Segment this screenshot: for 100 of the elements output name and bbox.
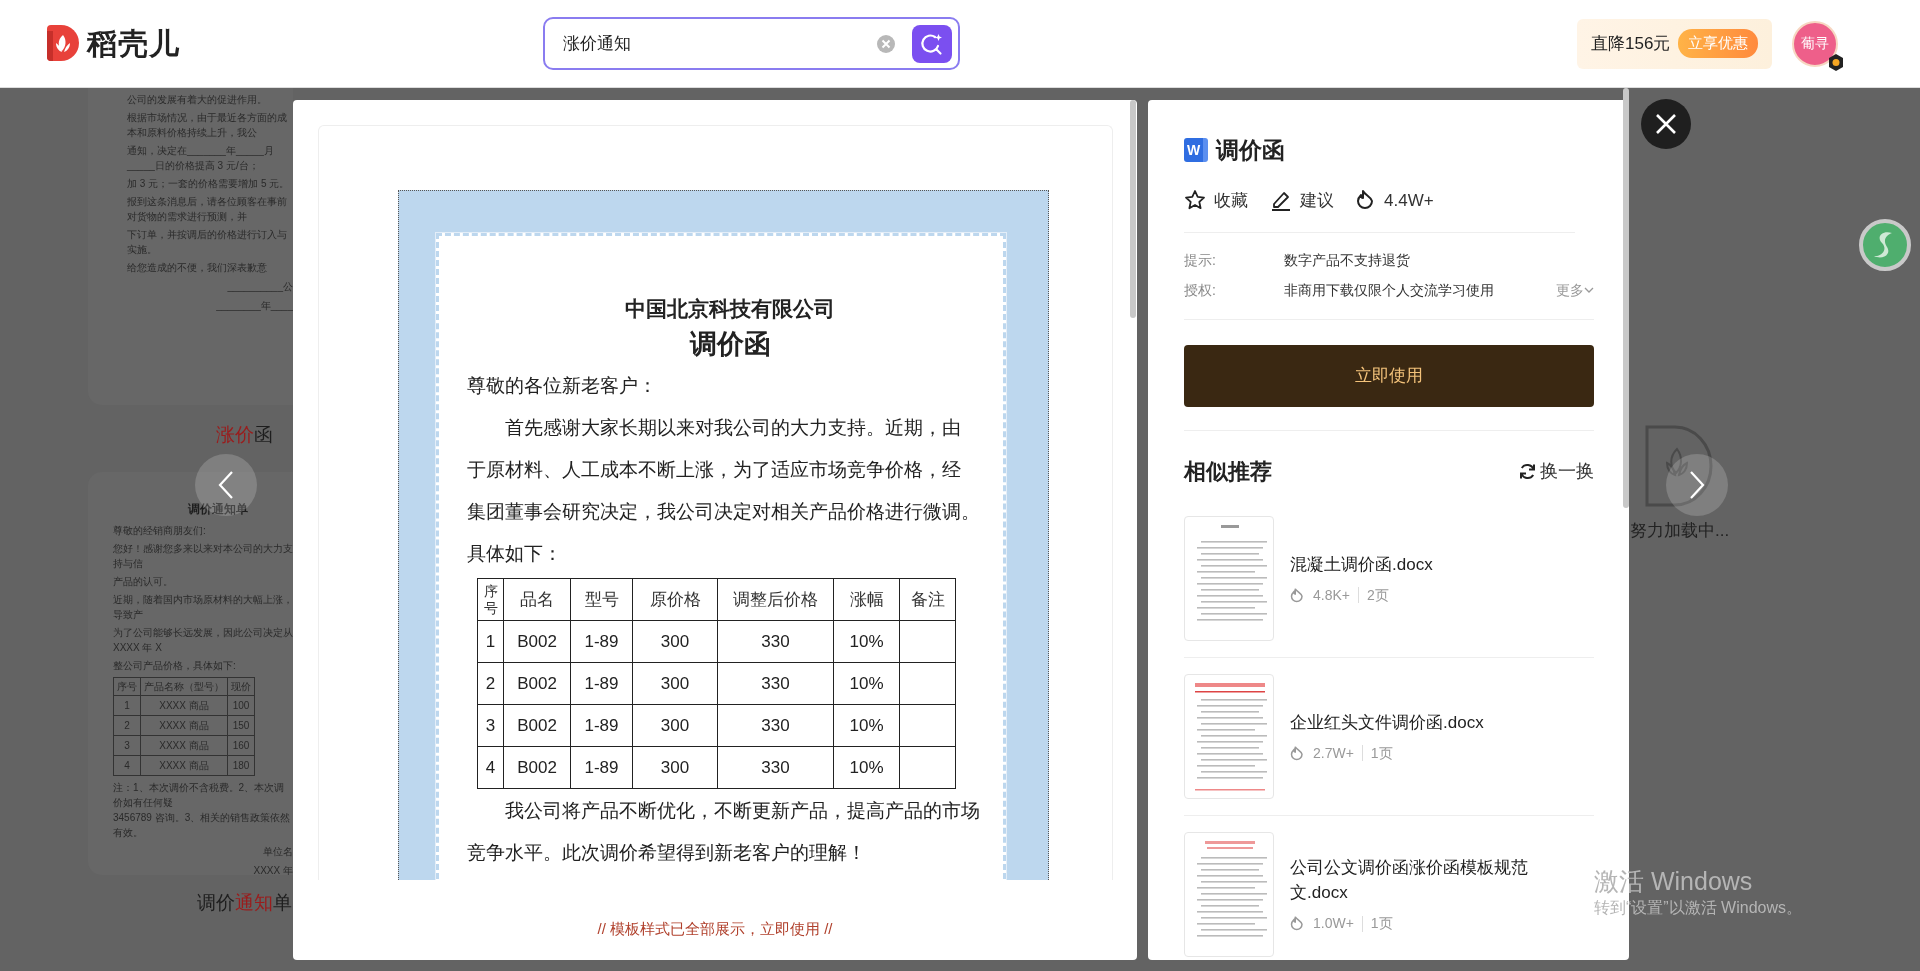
table-cell: 1 xyxy=(477,620,504,663)
info-label: 授权: xyxy=(1184,280,1217,300)
logo-icon xyxy=(45,24,79,63)
close-button[interactable] xyxy=(1641,99,1691,149)
info-value: 非商用下载仅限个人交流学习使用 xyxy=(1284,280,1495,300)
document-card[interactable] xyxy=(88,471,293,875)
star-icon xyxy=(1184,189,1206,212)
document-thumbnail[interactable] xyxy=(1184,674,1274,799)
table-header: 品名 xyxy=(503,578,571,621)
use-button[interactable]: 立即使用 xyxy=(1184,345,1594,407)
table-cell: 150 xyxy=(227,715,255,735)
flame-icon xyxy=(1290,915,1305,932)
flame-icon xyxy=(1290,586,1305,604)
table-cell: 10% xyxy=(833,662,900,705)
document-text-line: 竞争水平。此次调价希望得到新老客户的理解！ xyxy=(467,840,867,865)
table-cell: 300 xyxy=(632,704,718,747)
view-count: 1.0W+ xyxy=(1313,914,1354,933)
table-header: 涨幅 xyxy=(833,578,900,621)
table-header: 调整后价格 xyxy=(717,578,834,621)
document-text-line: 于原材料、人工成本不断上涨，为了适应市场竞争价格，经 xyxy=(467,457,962,482)
card-document-title: 调价通知单 xyxy=(187,501,249,517)
table-cell: 330 xyxy=(717,662,834,705)
info-label: 提示: xyxy=(1184,250,1217,270)
document-logo-icon xyxy=(1645,425,1713,507)
document-text-line: 首先感谢大家长期以来对我公司的大力支持。近期，由 xyxy=(504,415,962,440)
table-cell: 10% xyxy=(833,704,900,747)
flame-icon xyxy=(1356,189,1376,212)
table-cell: 3 xyxy=(113,735,141,755)
table-cell: 1 xyxy=(113,695,141,715)
result-title[interactable]: 混凝土调价函.docx xyxy=(1290,551,1433,577)
table-cell: 300 xyxy=(632,620,718,663)
table-cell: 330 xyxy=(717,620,834,663)
table-cell: 3 xyxy=(477,704,504,747)
table-cell: 1-89 xyxy=(570,662,633,705)
table-header: 型号 xyxy=(570,578,633,621)
table-cell: 330 xyxy=(717,704,834,747)
flame-icon xyxy=(1290,744,1305,762)
pen-icon xyxy=(1270,189,1292,212)
table-cell: 1-89 xyxy=(570,704,633,747)
promo-banner[interactable]: 直降156元 立享优惠 xyxy=(1577,18,1773,69)
chevron-left-icon xyxy=(218,470,234,500)
logo-text[interactable]: 稻壳儿 xyxy=(87,21,180,66)
document-heading: 中国北京科技有限公司 xyxy=(624,295,836,323)
preview-end-note[interactable]: // 模板样式已全部展示，立即使用 // xyxy=(597,920,833,937)
activation-notice-text: 转到“设置”以激活 Windows。 xyxy=(1594,898,1802,918)
action-link[interactable]: 建议 xyxy=(1300,187,1334,213)
action-link[interactable]: 收藏 xyxy=(1214,187,1248,213)
table-cell: 300 xyxy=(632,662,718,705)
scrollbar[interactable] xyxy=(1130,100,1136,318)
table-cell: 10% xyxy=(833,746,900,789)
refresh-button[interactable]: 换一换 xyxy=(1519,458,1594,485)
loading-text: 努力加载中... xyxy=(1630,520,1730,542)
scrollbar[interactable] xyxy=(1623,88,1629,508)
search-box[interactable]: 涨价通知 xyxy=(543,17,960,70)
table-cell: 4 xyxy=(113,755,141,775)
page-count: 2页 xyxy=(1367,585,1389,605)
page-count: 1页 xyxy=(1370,743,1393,763)
search-button[interactable] xyxy=(912,24,952,63)
table-cell: 2 xyxy=(477,662,504,705)
table-cell: B002 xyxy=(503,746,571,789)
refresh-icon xyxy=(1519,463,1536,480)
result-title[interactable]: 企业红头文件调价函.docx xyxy=(1290,709,1484,735)
info-value: 数字产品不支持退货 xyxy=(1284,250,1411,270)
document-text-line: 我公司将产品不断优化，不断更新产品，提高产品的市场 xyxy=(504,798,981,823)
view-count: 4.4W+ xyxy=(1384,189,1434,212)
document-text-line: 具体如下： xyxy=(467,541,563,566)
table-cell: B002 xyxy=(503,620,571,663)
table-cell: 330 xyxy=(717,746,834,789)
section-title: 相似推荐 xyxy=(1184,458,1272,486)
file-type-badge: W xyxy=(1184,138,1208,163)
table-header: 序号 xyxy=(477,578,504,621)
table-cell: 160 xyxy=(227,735,255,755)
document-title: 调价函 xyxy=(688,327,772,361)
document-text-line: 集团董事会研究决定，我公司决定对相关产品价格进行微调。 xyxy=(467,499,981,524)
promo-text: 直降156元 xyxy=(1591,32,1671,55)
search-field[interactable]: 涨价通知 xyxy=(561,29,876,58)
table-cell: 2 xyxy=(113,715,141,735)
chevron-right-icon xyxy=(1689,470,1705,500)
view-count: 4.8K+ xyxy=(1313,585,1350,605)
table-cell: B002 xyxy=(503,704,571,747)
assistant-icon[interactable] xyxy=(1859,219,1911,271)
search-icon xyxy=(920,31,944,56)
document-thumbnail[interactable] xyxy=(1184,832,1274,957)
badge-icon xyxy=(1828,53,1845,71)
page-count: 1页 xyxy=(1370,914,1393,933)
view-count: 2.7W+ xyxy=(1313,743,1354,763)
close-icon xyxy=(1655,113,1677,135)
document-name: 调价函 xyxy=(1216,136,1285,165)
clear-icon[interactable] xyxy=(876,33,896,54)
table-cell: 1-89 xyxy=(570,620,633,663)
table-cell: 100 xyxy=(227,695,255,715)
document-greeting: 尊敬的各位新老客户： xyxy=(467,373,658,398)
table-cell: B002 xyxy=(503,662,571,705)
table-cell: 4 xyxy=(477,746,504,789)
document-thumbnail[interactable] xyxy=(1184,516,1274,641)
table-header: 备注 xyxy=(899,578,956,621)
result-title[interactable]: 公司公文调价函涨价函模板规范文.docx xyxy=(1290,855,1564,905)
table-header: 原价格 xyxy=(632,578,718,621)
table-cell: 300 xyxy=(632,746,718,789)
table-cell: 10% xyxy=(833,620,900,663)
